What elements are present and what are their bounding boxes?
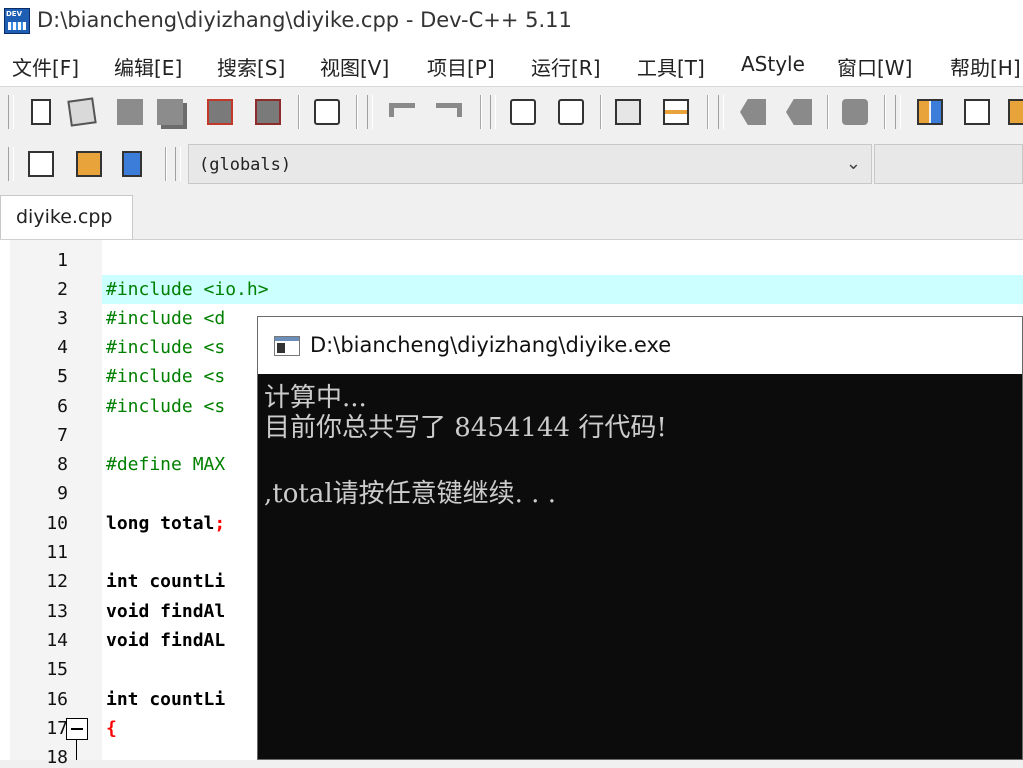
undo-icon[interactable] xyxy=(389,103,415,117)
menu-project[interactable]: 项目[P] xyxy=(427,52,495,81)
tab-diyike-cpp[interactable]: diyike.cpp xyxy=(0,195,133,239)
line-number: 14 xyxy=(46,630,68,651)
bookmark-list-icon[interactable] xyxy=(122,151,142,177)
menu-help[interactable]: 帮助[H] xyxy=(950,52,1021,81)
indent-icon[interactable] xyxy=(740,99,766,125)
menu-bar: 文件[F] 编辑[E] 搜索[S] 视图[V] 项目[P] 运行[R] 工具[T… xyxy=(0,44,1023,86)
fold-guide-line xyxy=(76,740,77,760)
menu-tools[interactable]: 工具[T] xyxy=(637,52,705,81)
code-line: int countLi xyxy=(106,689,226,710)
line-number: 8 xyxy=(57,454,68,475)
unindent-icon[interactable] xyxy=(786,99,812,125)
menu-run[interactable]: 运行[R] xyxy=(531,52,601,81)
code-line: #include <s xyxy=(106,396,226,417)
editor-tab-strip: diyike.cpp xyxy=(0,193,1023,240)
semicolon: ; xyxy=(214,513,226,534)
menu-astyle[interactable]: AStyle xyxy=(741,52,805,76)
print-icon[interactable] xyxy=(314,99,340,125)
chevron-down-icon[interactable]: ⌄ xyxy=(846,153,861,174)
new-class-icon[interactable] xyxy=(28,151,54,177)
new-file-icon[interactable] xyxy=(31,99,51,125)
console-title-bar[interactable]: D:\biancheng\diyizhang\diyike.exe xyxy=(258,317,1022,374)
code-line: #include <s xyxy=(106,337,226,358)
insert-icon[interactable] xyxy=(76,151,102,177)
code-line: #include <io.h> xyxy=(106,279,269,300)
line-number: 18 xyxy=(46,747,68,768)
comment-icon[interactable] xyxy=(842,99,868,125)
line-number-gutter: 1 2 3 4 5 6 7 8 9 10 11 12 13 14 15 16 1… xyxy=(10,240,102,768)
save-icon[interactable] xyxy=(117,99,143,125)
console-output-line: 目前你总共写了 8454144 行代码! xyxy=(264,413,667,443)
line-number: 6 xyxy=(57,396,68,417)
line-number: 2 xyxy=(57,279,68,300)
line-number: 15 xyxy=(46,659,68,680)
line-number: 16 xyxy=(46,689,68,710)
line-number: 5 xyxy=(57,366,68,387)
code-line: #define MAX xyxy=(106,454,226,475)
line-number: 1 xyxy=(57,250,68,271)
toggle-bookmark-icon[interactable] xyxy=(663,99,689,125)
line-number: 13 xyxy=(46,601,68,622)
window-title: D:\biancheng\diyizhang\diyike.cpp - Dev-… xyxy=(37,8,572,32)
title-bar: DEV D:\biancheng\diyizhang\diyike.cpp - … xyxy=(0,0,1023,44)
code-line: int countLi xyxy=(106,571,226,592)
main-toolbar xyxy=(0,86,1023,137)
toolbar-grip[interactable] xyxy=(8,95,14,129)
menu-window[interactable]: 窗口[W] xyxy=(837,52,912,81)
line-number: 3 xyxy=(57,308,68,329)
console-app-icon[interactable] xyxy=(274,336,300,356)
redo-icon[interactable] xyxy=(436,103,462,117)
fold-collapse-icon[interactable] xyxy=(66,718,88,740)
function-select[interactable] xyxy=(874,144,1023,184)
menu-file[interactable]: 文件[F] xyxy=(12,52,79,81)
line-number: 12 xyxy=(46,571,68,592)
options-icon[interactable] xyxy=(1008,99,1023,125)
menu-view[interactable]: 视图[V] xyxy=(320,52,389,81)
goto-line-icon[interactable] xyxy=(615,99,641,125)
line-number: 11 xyxy=(46,542,68,563)
scope-select-value: (globals) xyxy=(199,155,292,175)
code-line: #include <s xyxy=(106,366,226,387)
code-line: void findAl xyxy=(106,601,226,622)
menu-search[interactable]: 搜索[S] xyxy=(217,52,285,81)
fullscreen-icon[interactable] xyxy=(964,99,990,125)
code-line: long total; xyxy=(106,513,226,534)
open-file-icon[interactable] xyxy=(67,97,97,127)
line-number: 17 xyxy=(46,718,68,739)
project-manager-icon[interactable] xyxy=(917,99,943,125)
save-all-icon[interactable] xyxy=(157,99,183,125)
line-number: 10 xyxy=(46,513,68,534)
line-number: 7 xyxy=(57,425,68,446)
console-title: D:\biancheng\diyizhang\diyike.exe xyxy=(310,333,672,357)
devcpp-app-icon[interactable]: DEV xyxy=(4,8,30,34)
line-number: 4 xyxy=(57,337,68,358)
find-icon[interactable] xyxy=(510,99,536,125)
scope-select[interactable]: (globals) ⌄ xyxy=(188,144,872,184)
close-file-icon[interactable] xyxy=(207,99,233,125)
line-number: 9 xyxy=(57,483,68,504)
tab-label: diyike.cpp xyxy=(16,206,113,228)
code-line: void findAL xyxy=(106,630,226,651)
code-line: #include <d xyxy=(106,308,226,329)
code-line-brace: { xyxy=(106,718,117,739)
console-output-line: ,total请按任意键继续. . . xyxy=(264,479,556,509)
menu-edit[interactable]: 编辑[E] xyxy=(114,52,182,81)
console-window[interactable]: D:\biancheng\diyizhang\diyike.exe 计算中...… xyxy=(257,316,1023,760)
close-all-icon[interactable] xyxy=(255,99,281,125)
replace-icon[interactable] xyxy=(558,99,584,125)
